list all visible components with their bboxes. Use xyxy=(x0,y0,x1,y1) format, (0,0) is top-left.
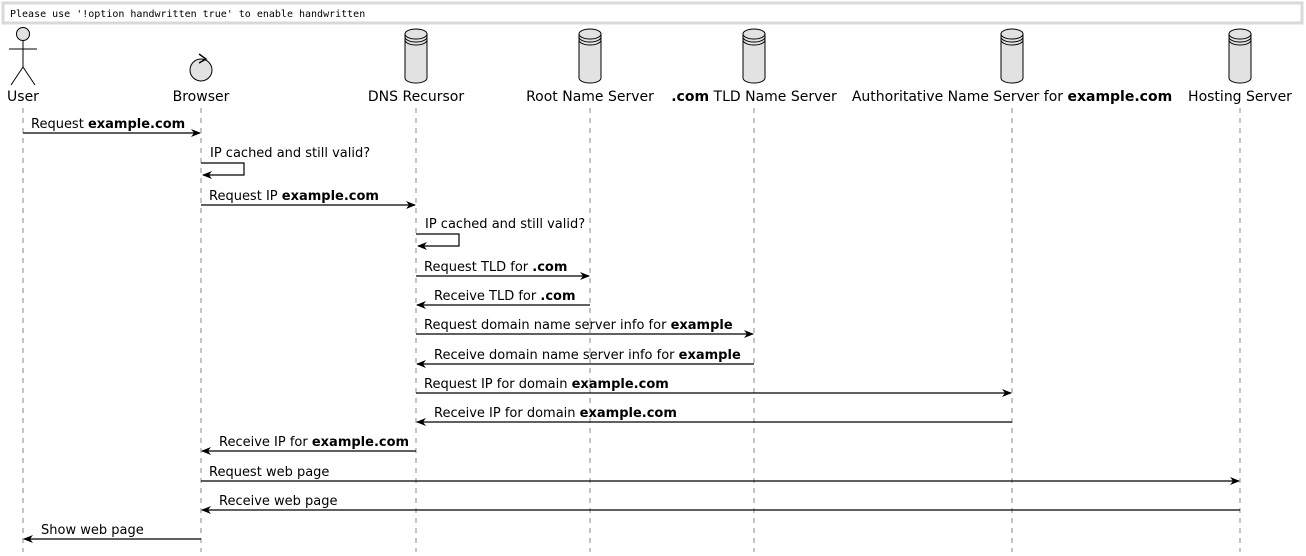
message-label: Receive IP for domain example.com xyxy=(434,406,677,421)
participant-user: User xyxy=(7,27,39,105)
message-label: Show web page xyxy=(41,523,144,538)
database-icon xyxy=(742,28,766,84)
message-11: Receive IP for example.com xyxy=(201,435,416,455)
message-10: Receive IP for domain example.com xyxy=(416,406,1012,426)
database-icon xyxy=(1228,28,1252,84)
participant-host: Hosting Server xyxy=(1188,28,1292,105)
message-7: Request domain name server info for exam… xyxy=(416,318,754,338)
message-5: Request TLD for .com xyxy=(416,260,590,280)
message-label: IP cached and still valid? xyxy=(210,146,370,161)
participant-label: DNS Recursor xyxy=(368,89,464,105)
participant-label: Hosting Server xyxy=(1188,89,1292,105)
message-label: Request domain name server info for exam… xyxy=(424,318,733,333)
participant-label: User xyxy=(7,89,39,105)
message-14: Show web page xyxy=(23,523,201,543)
message-label: Request TLD for .com xyxy=(424,260,567,275)
sequence-diagram-canvas: Please use '!option handwritten true' to… xyxy=(1,1,1304,552)
participant-auth: Authoritative Name Server for example.co… xyxy=(852,28,1172,105)
database-icon xyxy=(578,28,602,84)
sequence-diagram: Please use '!option handwritten true' to… xyxy=(0,0,1306,552)
participant-browser: Browser xyxy=(173,53,230,105)
participant-label: Browser xyxy=(173,89,230,105)
message-4: IP cached and still valid? xyxy=(416,217,585,250)
actor-icon xyxy=(9,27,37,86)
participant-label: .com TLD Name Server xyxy=(671,89,837,105)
self-message-arrow xyxy=(201,162,245,179)
message-label: Request example.com xyxy=(31,117,185,132)
message-2: IP cached and still valid? xyxy=(201,146,370,179)
participants: User Browser DNS Recursor Root Name Server.… xyxy=(7,27,1292,105)
participant-dnsr: DNS Recursor xyxy=(368,28,464,105)
self-message-arrow xyxy=(416,233,460,250)
participant-label: Root Name Server xyxy=(526,89,654,105)
message-label: Receive TLD for .com xyxy=(434,289,576,304)
participant-tld: .com TLD Name Server xyxy=(671,28,837,105)
message-label: Receive domain name server info for exam… xyxy=(434,348,741,363)
message-label: Request IP for domain example.com xyxy=(424,377,669,392)
message-label: Receive web page xyxy=(219,494,338,509)
message-13: Receive web page xyxy=(201,494,1240,514)
control-icon xyxy=(189,53,213,82)
message-label: Request IP example.com xyxy=(209,189,379,204)
message-12: Request web page xyxy=(201,465,1240,485)
message-3: Request IP example.com xyxy=(201,189,416,209)
participant-label: Authoritative Name Server for example.co… xyxy=(852,89,1172,105)
participant-root: Root Name Server xyxy=(526,28,654,105)
database-icon xyxy=(1000,28,1024,84)
message-6: Receive TLD for .com xyxy=(416,289,590,309)
message-label: Receive IP for example.com xyxy=(219,435,409,450)
banner: Please use '!option handwritten true' to… xyxy=(1,1,1304,25)
message-label: IP cached and still valid? xyxy=(425,217,585,232)
message-9: Request IP for domain example.com xyxy=(416,377,1012,397)
message-8: Receive domain name server info for exam… xyxy=(416,348,754,368)
message-label: Request web page xyxy=(209,465,329,480)
database-icon xyxy=(404,28,428,84)
message-1: Request example.com xyxy=(23,117,201,137)
messages: Request example.com IP cached and still v… xyxy=(23,117,1240,543)
banner-text: Please use '!option handwritten true' to… xyxy=(10,9,365,20)
